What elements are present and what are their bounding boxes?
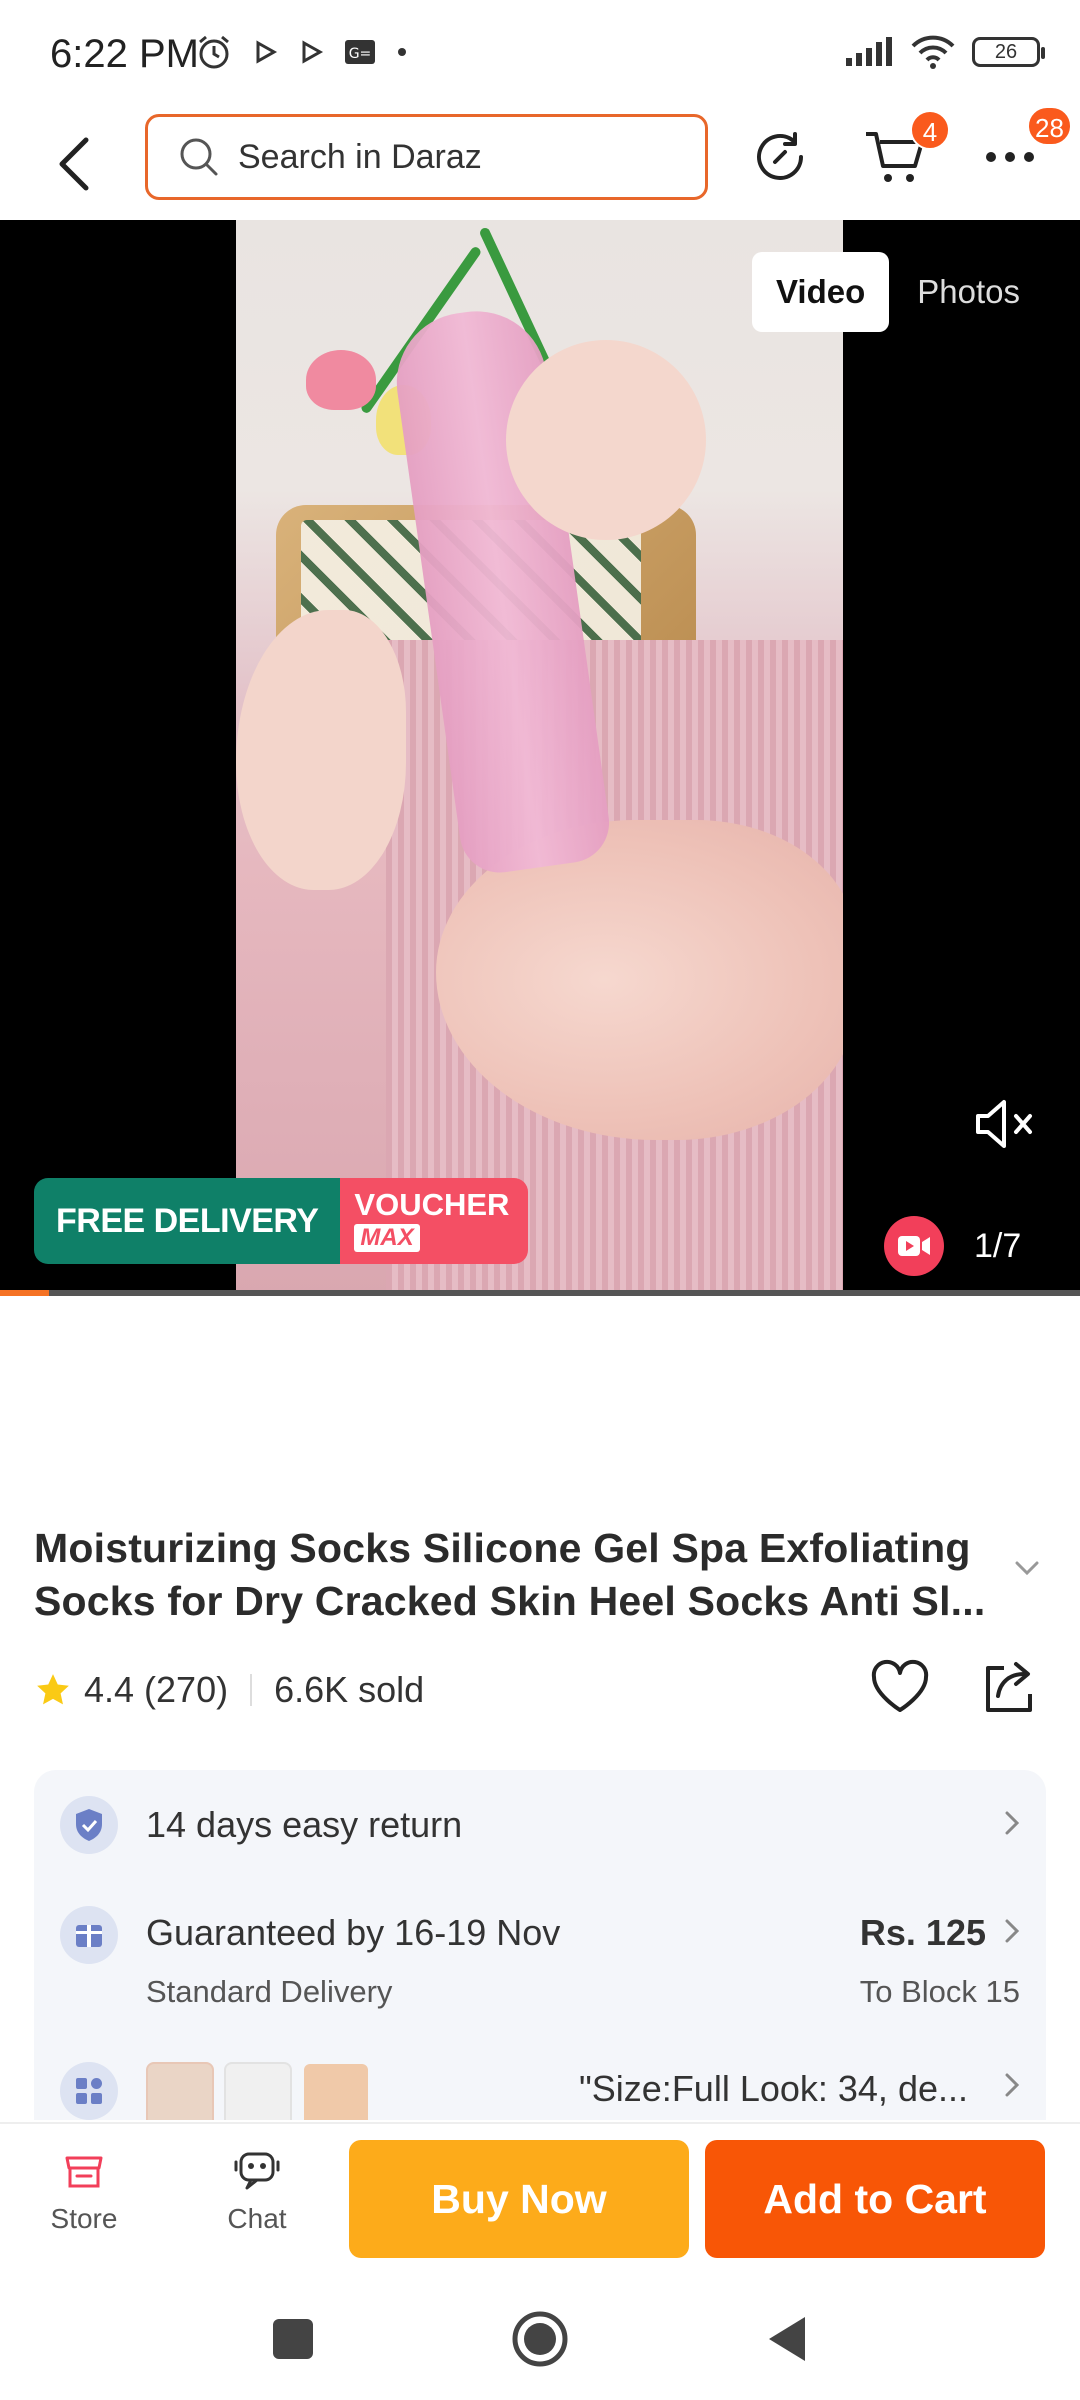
mute-icon[interactable] (972, 1096, 1036, 1152)
product-title: Moisturizing Socks Silicone Gel Spa Exfo… (34, 1525, 986, 1624)
delivery-price: Rs. 125 (859, 1912, 986, 1953)
star-icon (37, 1674, 69, 1705)
cart-badge: 4 (910, 110, 950, 150)
search-input[interactable]: Search in Daraz (145, 114, 708, 200)
add-to-cart-button[interactable]: Add to Cart (705, 2140, 1045, 2258)
video-record-icon (884, 1216, 944, 1276)
home-icon (512, 2311, 568, 2367)
rating-row[interactable]: 4.4 (270) 6.6K sold (34, 1664, 424, 1716)
voucher-max-badge: VOUCHER MAX (340, 1178, 529, 1264)
chevron-right-icon (1005, 1811, 1020, 1835)
product-video[interactable] (236, 220, 843, 1296)
search-icon (180, 138, 218, 176)
variant-thumbnail[interactable] (302, 2062, 370, 2120)
signal-icon (846, 37, 892, 66)
chevron-down-icon[interactable] (1014, 1560, 1040, 1576)
delivery-type-text: Standard Delivery (146, 1974, 393, 2009)
more-badge: 28 (1027, 106, 1072, 146)
play-icon (302, 40, 324, 64)
chevron-left-icon (59, 137, 89, 191)
sold-count: 6.6K sold (274, 1669, 425, 1710)
rating-value: 4.4 (84, 1669, 135, 1710)
alarm-icon (199, 35, 229, 69)
video-progress-fill (0, 1290, 49, 1296)
delivery-date-text: Guaranteed by 16-19 Nov (146, 1912, 561, 1953)
free-delivery-badge: FREE DELIVERY (34, 1178, 341, 1264)
delivery-box-icon (60, 1906, 118, 1964)
back-triangle-icon (769, 2317, 805, 2361)
store-icon (65, 2156, 103, 2188)
play-icon (256, 40, 278, 64)
info-card: 14 days easy return Guaranteed by 16-19 … (34, 1770, 1046, 2120)
return-policy-text: 14 days easy return (146, 1804, 463, 1845)
delivery-row[interactable]: Guaranteed by 16-19 Nov Standard Deliver… (34, 1880, 1046, 2030)
top-nav: Search in Daraz 4 28 (0, 106, 1080, 220)
wifi-icon (911, 35, 955, 69)
status-icons-right: 26 (844, 34, 1045, 70)
store-button[interactable]: Store (24, 2148, 144, 2235)
video-progress[interactable] (0, 1290, 1080, 1296)
variants-grid-icon (60, 2062, 118, 2120)
delivery-destination: To Block 15 (859, 1974, 1020, 2009)
status-time: 6:22 PM (50, 32, 199, 76)
tab-photos[interactable]: Photos (889, 252, 1040, 332)
back-nav-button[interactable] (752, 2304, 822, 2374)
home-button[interactable] (505, 2304, 575, 2374)
shield-icon (60, 1796, 118, 1854)
gmail-icon: G= (345, 40, 375, 64)
refresh-icon (757, 132, 803, 180)
chat-icon (234, 2152, 280, 2190)
recents-button[interactable] (258, 2304, 328, 2374)
chat-button[interactable]: Chat (197, 2148, 317, 2235)
max-label: MAX (354, 1224, 420, 1252)
tab-video[interactable]: Video (751, 252, 890, 332)
buy-now-button[interactable]: Buy Now (349, 2140, 689, 2258)
svg-text:G=: G= (349, 46, 372, 62)
promo-banner: FREE DELIVERY VOUCHER MAX (34, 1178, 529, 1264)
media-toggle: Video Photos (751, 252, 1040, 332)
media-counter-text: 1/7 (974, 1226, 1022, 1265)
battery-icon: 26 (972, 37, 1045, 67)
status-icons-left: G= (196, 34, 408, 70)
variant-thumbnails (146, 2062, 370, 2120)
media-counter: 1/7 (884, 1216, 1021, 1276)
chat-label: Chat (227, 2203, 287, 2234)
variant-thumbnail[interactable] (146, 2062, 214, 2120)
variant-text: "Size:Full Look: 34, de... (579, 2068, 968, 2109)
divider (250, 1674, 253, 1706)
status-bar: 6:22 PM G= 26 (0, 0, 1080, 110)
review-count: (270) (144, 1669, 229, 1710)
system-nav-bar (0, 2282, 1080, 2400)
cart-button[interactable]: 4 (860, 110, 950, 192)
recents-icon (273, 2319, 313, 2359)
return-policy-row[interactable]: 14 days easy return (34, 1770, 1046, 1880)
wishlist-heart-icon[interactable] (868, 1656, 932, 1720)
variant-thumbnail[interactable] (224, 2062, 292, 2120)
search-placeholder: Search in Daraz (238, 137, 482, 176)
dot-icon (398, 48, 406, 56)
chevron-right-icon (1005, 1919, 1020, 1943)
history-button[interactable] (745, 122, 815, 192)
chevron-right-icon (1005, 2073, 1020, 2097)
more-icon (986, 152, 1034, 162)
more-button[interactable]: 28 (975, 106, 1072, 192)
bottom-action-bar: Store Chat Buy Now Add to Cart (0, 2122, 1080, 2282)
share-icon[interactable] (976, 1656, 1040, 1720)
store-label: Store (50, 2203, 118, 2234)
voucher-label: VOUCHER (354, 1187, 510, 1222)
back-button[interactable] (44, 124, 104, 204)
product-media[interactable]: Video Photos FREE DELIVERY VOUCHER MAX 1… (0, 220, 1080, 1296)
